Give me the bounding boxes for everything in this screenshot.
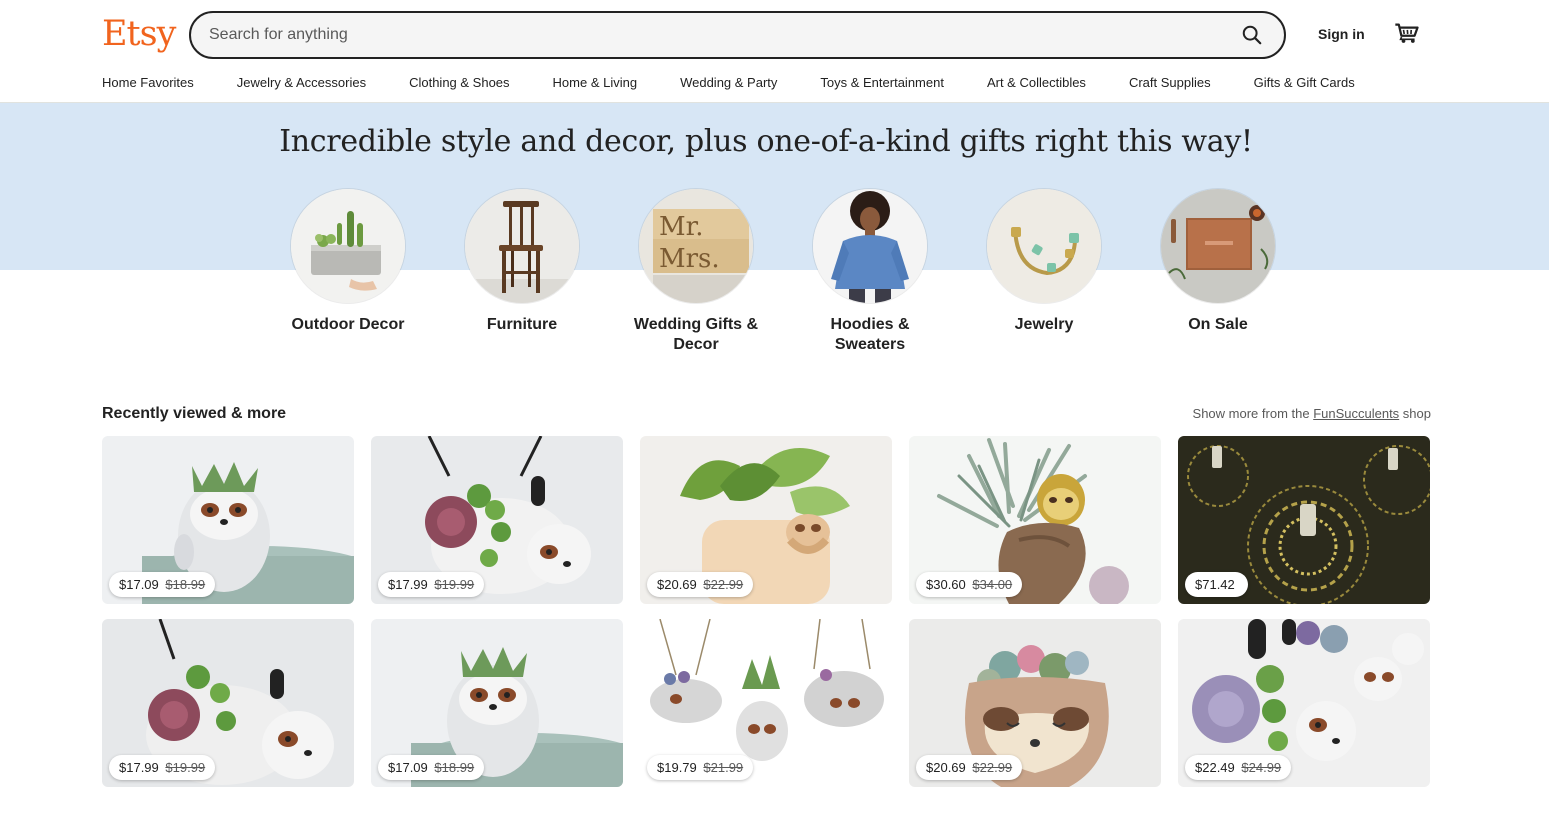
category-image: [1161, 189, 1275, 303]
search-button[interactable]: [1230, 13, 1274, 57]
nav-jewelry-accessories[interactable]: Jewelry & Accessories: [237, 74, 366, 92]
sign-in-link[interactable]: Sign in: [1318, 24, 1365, 44]
category-jewelry[interactable]: Jewelry: [957, 189, 1131, 355]
svg-text:Mrs.: Mrs.: [659, 244, 720, 274]
svg-text:Mr.: Mr.: [659, 212, 703, 242]
listing-card[interactable]: $71.42: [1178, 436, 1430, 604]
original-price: $22.99: [972, 760, 1013, 775]
price: $71.42: [1195, 577, 1235, 592]
nav-art-collectibles[interactable]: Art & Collectibles: [987, 74, 1086, 92]
category-circles: Outdoor Decor Furniture Mr. Mrs. Wedding…: [261, 189, 1305, 355]
price-pill: $17.99 $19.99: [109, 755, 216, 780]
price-pill: $30.60 $34.00: [916, 572, 1023, 597]
price: $17.99: [388, 577, 428, 592]
category-image: [465, 189, 579, 303]
category-wedding-gifts-decor[interactable]: Mr. Mrs. Wedding Gifts & Decor: [609, 189, 783, 355]
category-label: Jewelry: [1014, 316, 1074, 333]
price: $20.69: [926, 760, 966, 775]
show-more-prefix: Show more from the: [1192, 406, 1314, 421]
nav-gifts-gift-cards[interactable]: Gifts & Gift Cards: [1254, 74, 1355, 92]
category-furniture[interactable]: Furniture: [435, 189, 609, 355]
category-hoodies-sweaters[interactable]: Hoodies & Sweaters: [783, 189, 957, 355]
original-price: $22.99: [703, 577, 744, 592]
price-pill: $17.99 $19.99: [378, 572, 485, 597]
category-image: [813, 189, 927, 303]
category-label: On Sale: [1188, 316, 1248, 333]
price-pill: $22.49 $24.99: [1185, 755, 1292, 780]
nav-craft-supplies[interactable]: Craft Supplies: [1129, 74, 1211, 92]
original-price: $18.99: [434, 760, 475, 775]
search-bar: [189, 11, 1286, 59]
recently-viewed-grid: $17.09 $18.99 $17.99 $19.99 $20.69 $22.9…: [102, 436, 1430, 787]
nav-toys-entertainment[interactable]: Toys & Entertainment: [820, 74, 944, 92]
price: $20.69: [657, 577, 697, 592]
price: $17.99: [119, 760, 159, 775]
original-price: $24.99: [1241, 760, 1282, 775]
site-header: Etsy Sign in Home Favorites Jewelry & Ac…: [0, 0, 1549, 103]
recently-viewed-title: Recently viewed & more: [102, 405, 287, 422]
search-icon: [1242, 25, 1262, 45]
listing-card[interactable]: $17.09 $18.99: [102, 436, 354, 604]
category-image: [987, 189, 1101, 303]
etsy-logo[interactable]: Etsy: [102, 12, 176, 56]
category-label: Hoodies & Sweaters: [830, 316, 910, 353]
search-input[interactable]: [191, 13, 1230, 57]
price-pill: $20.69 $22.99: [647, 572, 754, 597]
category-outdoor-decor[interactable]: Outdoor Decor: [261, 189, 435, 355]
category-image: Mr. Mrs.: [639, 189, 753, 303]
listing-card[interactable]: $19.79 $21.99: [640, 619, 892, 787]
hero-title: Incredible style and decor, plus one-of-…: [279, 124, 1253, 159]
original-price: $21.99: [703, 760, 744, 775]
original-price: $18.99: [165, 577, 206, 592]
listing-card[interactable]: $17.99 $19.99: [102, 619, 354, 787]
price-pill: $17.09 $18.99: [378, 755, 485, 780]
price-pill: $71.42: [1185, 572, 1248, 597]
listing-card[interactable]: $30.60 $34.00: [909, 436, 1161, 604]
listing-card[interactable]: $17.99 $19.99: [371, 436, 623, 604]
shop-link[interactable]: FunSucculents: [1313, 406, 1399, 421]
show-more-suffix: shop: [1399, 406, 1431, 421]
listing-card[interactable]: $22.49 $24.99: [1178, 619, 1430, 787]
price: $22.49: [1195, 760, 1235, 775]
price: $17.09: [119, 577, 159, 592]
category-label: Outdoor Decor: [291, 316, 405, 333]
original-price: $19.99: [434, 577, 475, 592]
original-price: $34.00: [972, 577, 1013, 592]
price-pill: $17.09 $18.99: [109, 572, 216, 597]
original-price: $19.99: [165, 760, 206, 775]
listing-card[interactable]: $20.69 $22.99: [640, 436, 892, 604]
price: $30.60: [926, 577, 966, 592]
price-pill: $20.69 $22.99: [916, 755, 1023, 780]
category-label: Furniture: [486, 316, 558, 333]
listing-card[interactable]: $17.09 $18.99: [371, 619, 623, 787]
price-pill: $19.79 $21.99: [647, 755, 754, 780]
category-image: [291, 189, 405, 303]
category-label: Wedding Gifts & Decor: [633, 316, 759, 353]
price: $17.09: [388, 760, 428, 775]
category-on-sale[interactable]: On Sale: [1131, 189, 1305, 355]
nav-home-favorites[interactable]: Home Favorites: [102, 74, 194, 92]
cart-button[interactable]: [1393, 20, 1421, 48]
price: $19.79: [657, 760, 697, 775]
listing-card[interactable]: $20.69 $22.99: [909, 619, 1161, 787]
cart-icon: [1395, 23, 1419, 43]
nav-wedding-party[interactable]: Wedding & Party: [680, 74, 777, 92]
nav-home-living[interactable]: Home & Living: [553, 74, 638, 92]
show-more-text: Show more from the FunSucculents shop: [1193, 405, 1431, 423]
category-nav: Home Favorites Jewelry & Accessories Clo…: [102, 74, 1355, 92]
nav-clothing-shoes[interactable]: Clothing & Shoes: [409, 74, 509, 92]
